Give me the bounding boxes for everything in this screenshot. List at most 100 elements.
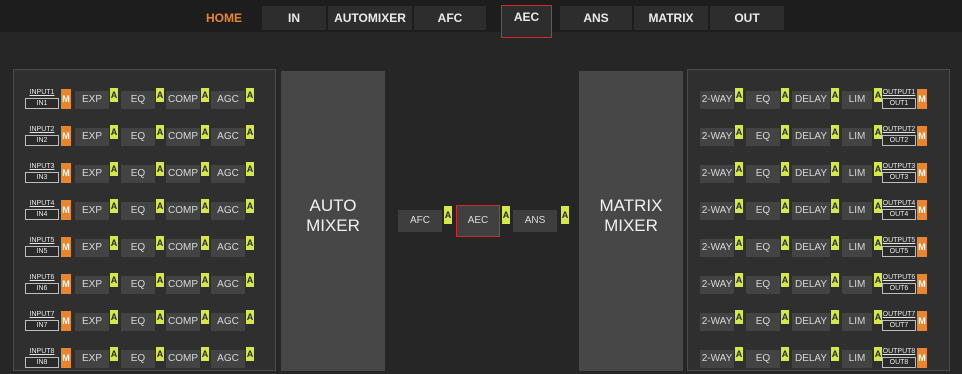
delay-block[interactable]: DELAY xyxy=(792,239,830,257)
agc-block[interactable]: AGC xyxy=(211,350,245,368)
agc-block[interactable]: AGC xyxy=(211,202,245,220)
two-way-block[interactable]: 2-WAY xyxy=(700,128,734,146)
exp-block[interactable]: EXP xyxy=(75,128,109,146)
eq-block[interactable]: EQ xyxy=(746,313,780,331)
input-m-indicator[interactable]: M xyxy=(61,126,71,146)
delay-block[interactable]: DELAY xyxy=(792,202,830,220)
lim-block[interactable]: LIM xyxy=(842,313,872,331)
eq-block[interactable]: EQ xyxy=(121,202,155,220)
tab-afc[interactable]: AFC xyxy=(414,6,486,30)
eq-block[interactable]: EQ xyxy=(746,239,780,257)
lim-block[interactable]: LIM xyxy=(842,165,872,183)
two-way-block[interactable]: 2-WAY xyxy=(700,239,734,257)
output-m-indicator[interactable]: M xyxy=(917,126,927,146)
lim-block[interactable]: LIM xyxy=(842,202,872,220)
eq-block[interactable]: EQ xyxy=(121,239,155,257)
two-way-block[interactable]: 2-WAY xyxy=(700,165,734,183)
input-label[interactable]: INPUT8 IN8 xyxy=(25,347,59,369)
lim-block[interactable]: LIM xyxy=(842,91,872,109)
exp-block[interactable]: EXP xyxy=(75,202,109,220)
tab-out[interactable]: OUT xyxy=(710,6,784,30)
output-m-indicator[interactable]: M xyxy=(917,311,927,331)
tab-automixer[interactable]: AUTOMIXER xyxy=(328,6,412,30)
delay-block[interactable]: DELAY xyxy=(792,128,830,146)
input-m-indicator[interactable]: M xyxy=(61,274,71,294)
eq-block[interactable]: EQ xyxy=(121,350,155,368)
comp-block[interactable]: COMP xyxy=(166,91,200,109)
aec-block[interactable]: AEC xyxy=(456,205,500,237)
output-m-indicator[interactable]: M xyxy=(917,163,927,183)
output-m-indicator[interactable]: M xyxy=(917,89,927,109)
output-label[interactable]: OUTPUT7 OUT7 xyxy=(882,310,916,332)
input-label[interactable]: INPUT6 IN6 xyxy=(25,273,59,295)
output-label[interactable]: OUTPUT5 OUT5 xyxy=(882,236,916,258)
eq-block[interactable]: EQ xyxy=(121,128,155,146)
delay-block[interactable]: DELAY xyxy=(792,91,830,109)
two-way-block[interactable]: 2-WAY xyxy=(700,313,734,331)
two-way-block[interactable]: 2-WAY xyxy=(700,91,734,109)
output-label[interactable]: OUTPUT6 OUT6 xyxy=(882,273,916,295)
tab-aec[interactable]: AEC xyxy=(501,5,552,38)
input-m-indicator[interactable]: M xyxy=(61,200,71,220)
two-way-block[interactable]: 2-WAY xyxy=(700,202,734,220)
tab-ans[interactable]: ANS xyxy=(560,6,632,30)
eq-block[interactable]: EQ xyxy=(121,276,155,294)
afc-block[interactable]: AFC xyxy=(398,210,442,232)
comp-block[interactable]: COMP xyxy=(166,239,200,257)
eq-block[interactable]: EQ xyxy=(746,276,780,294)
comp-block[interactable]: COMP xyxy=(166,128,200,146)
lim-block[interactable]: LIM xyxy=(842,128,872,146)
output-m-indicator[interactable]: M xyxy=(917,348,927,368)
comp-block[interactable]: COMP xyxy=(166,350,200,368)
input-label[interactable]: INPUT2 IN2 xyxy=(25,125,59,147)
tab-matrix[interactable]: MATRIX xyxy=(634,6,708,30)
two-way-block[interactable]: 2-WAY xyxy=(700,350,734,368)
output-m-indicator[interactable]: M xyxy=(917,200,927,220)
comp-block[interactable]: COMP xyxy=(166,313,200,331)
exp-block[interactable]: EXP xyxy=(75,239,109,257)
eq-block[interactable]: EQ xyxy=(746,91,780,109)
input-label[interactable]: INPUT4 IN4 xyxy=(25,199,59,221)
delay-block[interactable]: DELAY xyxy=(792,313,830,331)
output-m-indicator[interactable]: M xyxy=(917,274,927,294)
input-label[interactable]: INPUT1 IN1 xyxy=(25,88,59,110)
two-way-block[interactable]: 2-WAY xyxy=(700,276,734,294)
automixer-block[interactable]: AUTO MIXER xyxy=(281,71,385,371)
ans-block[interactable]: ANS xyxy=(513,210,557,232)
delay-block[interactable]: DELAY xyxy=(792,165,830,183)
eq-block[interactable]: EQ xyxy=(746,350,780,368)
exp-block[interactable]: EXP xyxy=(75,313,109,331)
comp-block[interactable]: COMP xyxy=(166,202,200,220)
exp-block[interactable]: EXP xyxy=(75,350,109,368)
exp-block[interactable]: EXP xyxy=(75,276,109,294)
output-label[interactable]: OUTPUT3 OUT3 xyxy=(882,162,916,184)
comp-block[interactable]: COMP xyxy=(166,276,200,294)
input-m-indicator[interactable]: M xyxy=(61,163,71,183)
eq-block[interactable]: EQ xyxy=(746,165,780,183)
agc-block[interactable]: AGC xyxy=(211,313,245,331)
input-label[interactable]: INPUT7 IN7 xyxy=(25,310,59,332)
lim-block[interactable]: LIM xyxy=(842,276,872,294)
eq-block[interactable]: EQ xyxy=(121,91,155,109)
input-label[interactable]: INPUT5 IN5 xyxy=(25,236,59,258)
input-label[interactable]: INPUT3 IN3 xyxy=(25,162,59,184)
eq-block[interactable]: EQ xyxy=(746,202,780,220)
input-m-indicator[interactable]: M xyxy=(61,311,71,331)
eq-block[interactable]: EQ xyxy=(746,128,780,146)
lim-block[interactable]: LIM xyxy=(842,239,872,257)
comp-block[interactable]: COMP xyxy=(166,165,200,183)
delay-block[interactable]: DELAY xyxy=(792,276,830,294)
delay-block[interactable]: DELAY xyxy=(792,350,830,368)
eq-block[interactable]: EQ xyxy=(121,313,155,331)
eq-block[interactable]: EQ xyxy=(121,165,155,183)
tab-in[interactable]: IN xyxy=(262,6,326,30)
output-label[interactable]: OUTPUT8 OUT8 xyxy=(882,347,916,369)
output-m-indicator[interactable]: M xyxy=(917,237,927,257)
exp-block[interactable]: EXP xyxy=(75,165,109,183)
agc-block[interactable]: AGC xyxy=(211,91,245,109)
agc-block[interactable]: AGC xyxy=(211,239,245,257)
agc-block[interactable]: AGC xyxy=(211,128,245,146)
exp-block[interactable]: EXP xyxy=(75,91,109,109)
input-m-indicator[interactable]: M xyxy=(61,237,71,257)
output-label[interactable]: OUTPUT2 OUT2 xyxy=(882,125,916,147)
